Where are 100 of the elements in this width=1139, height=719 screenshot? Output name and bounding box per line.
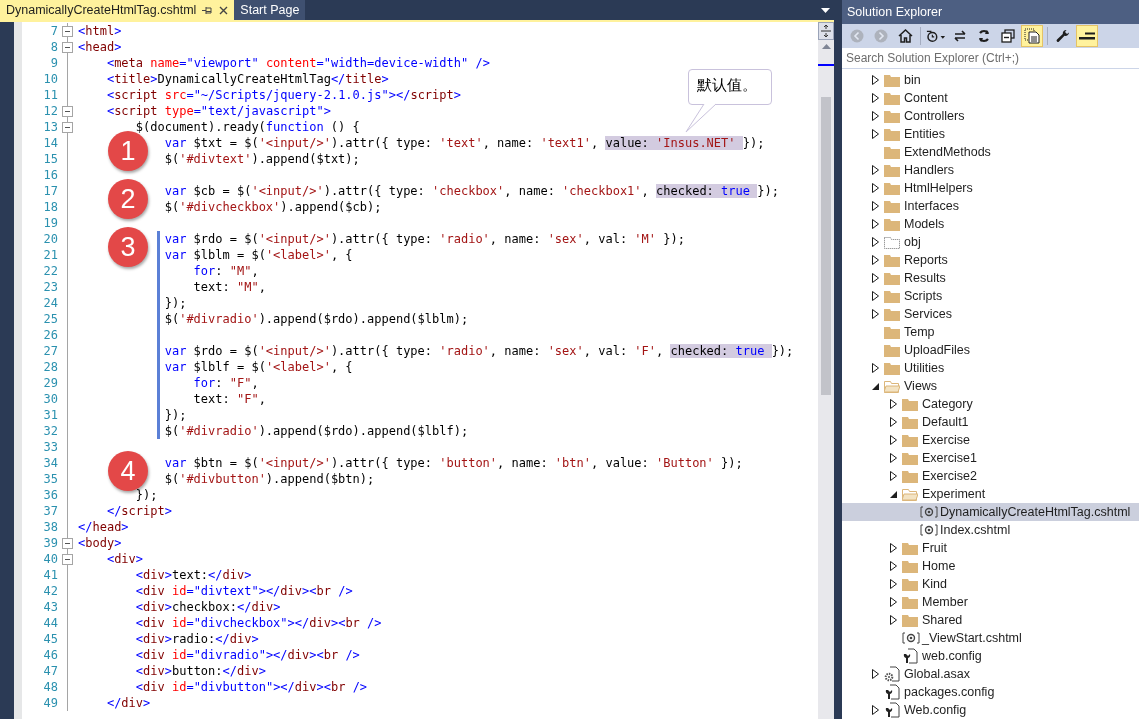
collapsed-arrow-icon[interactable] [871,219,879,229]
tree-item[interactable]: Controllers [842,107,1139,125]
collapsed-arrow-icon[interactable] [871,363,879,373]
razor-file-icon [920,524,938,536]
collapsed-arrow-icon[interactable] [889,615,897,625]
code-line: <meta name="viewport" content="width=device-width" /> [106,55,490,71]
collapsed-arrow-icon[interactable] [871,111,879,121]
collapsed-arrow-icon[interactable] [889,543,897,553]
tree-item[interactable]: packages.config [842,683,1139,701]
tree-item[interactable]: Exercise2 [842,467,1139,485]
home-icon [897,28,913,43]
tree-item[interactable]: _ViewStart.cshtml [842,629,1139,647]
toolbar-button[interactable] [1076,24,1098,47]
tree-item[interactable]: Views [842,377,1139,395]
tree-item[interactable]: ExtendMethods [842,143,1139,161]
code-line: var $lblm = $('<label>', { [164,247,353,263]
collapsed-arrow-icon[interactable] [889,597,897,607]
collapsed-arrow-icon[interactable] [871,237,879,247]
tree-item[interactable]: HtmlHelpers [842,179,1139,197]
collapse-toggle-icon[interactable] [62,26,73,37]
tree-item[interactable]: Utilities [842,359,1139,377]
collapsed-arrow-icon[interactable] [871,75,879,85]
close-icon[interactable] [219,5,229,15]
code-line: <div id="divradio"></div><br /> [135,647,360,663]
collapsed-arrow-icon[interactable] [889,579,897,589]
collapsed-arrow-icon[interactable] [871,291,879,301]
document-tab[interactable]: DynamicallyCreateHtmlTag.cshtml [0,0,235,20]
tree-item[interactable]: Experiment [842,485,1139,503]
document-tab[interactable]: Start Page [234,0,306,20]
tree-item[interactable]: Temp [842,323,1139,341]
tree-item[interactable]: Results [842,269,1139,287]
dropdown-icon[interactable] [821,7,830,13]
collapsed-arrow-icon[interactable] [871,183,879,193]
code-line: for: "F", [193,375,259,391]
code-line: <head> [78,39,122,55]
tree-item[interactable]: Models [842,215,1139,233]
tree-item[interactable]: Shared [842,611,1139,629]
tree-item[interactable]: Handlers [842,161,1139,179]
tree-item[interactable]: Services [842,305,1139,323]
collapsed-arrow-icon[interactable] [889,435,897,445]
collapse-toggle-icon[interactable] [62,122,73,133]
folder-icon [884,163,900,177]
code-line: <div> [106,551,144,567]
collapsed-arrow-icon[interactable] [871,165,879,175]
tree-item[interactable]: Exercise1 [842,449,1139,467]
folder-icon [902,559,918,573]
line-number: 18 [42,199,58,215]
tree-item[interactable]: Reports [842,251,1139,269]
split-icon[interactable] [821,25,831,37]
collapse-toggle-icon[interactable] [62,554,73,565]
expanded-arrow-icon[interactable] [889,490,897,498]
expanded-arrow-icon[interactable] [871,382,879,390]
scroll-up-icon[interactable] [821,44,831,49]
tree-item[interactable]: Global.asax [842,665,1139,683]
tree-item[interactable]: obj [842,233,1139,251]
collapsed-arrow-icon[interactable] [889,453,897,463]
tree-item[interactable]: DynamicallyCreateHtmlTag.cshtml [842,503,1139,521]
tree-item[interactable]: Home [842,557,1139,575]
tree-item[interactable]: Content [842,89,1139,107]
collapsed-arrow-icon[interactable] [889,561,897,571]
tree-item[interactable]: Kind [842,575,1139,593]
collapsed-arrow-icon[interactable] [871,129,879,139]
pin-icon[interactable] [202,5,214,15]
collapse-toggle-icon[interactable] [62,42,73,53]
collapsed-arrow-icon[interactable] [871,93,879,103]
collapsed-arrow-icon[interactable] [889,471,897,481]
collapsed-arrow-icon[interactable] [889,417,897,427]
folder-icon [902,469,918,483]
tree-item[interactable]: Exercise [842,431,1139,449]
folder-icon [884,271,900,285]
tree-item[interactable]: UploadFiles [842,341,1139,359]
tree-item[interactable]: Interfaces [842,197,1139,215]
collapsed-arrow-icon[interactable] [871,705,879,715]
collapse-toggle-icon[interactable] [62,538,73,549]
line-number: 15 [42,151,58,167]
line-number: 22 [42,263,58,279]
collapse-toggle-icon[interactable] [62,106,73,117]
line-number: 19 [42,215,58,231]
tree-item[interactable]: web.config [842,647,1139,665]
tree-item[interactable]: Default1 [842,413,1139,431]
collapsed-arrow-icon[interactable] [871,273,879,283]
folder-icon [902,415,918,429]
line-number: 26 [42,327,58,343]
folder-icon [884,217,900,231]
collapsed-arrow-icon[interactable] [871,669,879,679]
tree-item[interactable]: Entities [842,125,1139,143]
tree-item[interactable]: bin [842,71,1139,89]
tree-item[interactable]: Category [842,395,1139,413]
collapsed-arrow-icon[interactable] [889,399,897,409]
tree-item[interactable]: Index.cshtml [842,521,1139,539]
tree-item[interactable]: Member [842,593,1139,611]
scroll-bar[interactable] [818,22,834,719]
tree-item[interactable]: Fruit [842,539,1139,557]
collapsed-arrow-icon[interactable] [871,201,879,211]
collapsed-arrow-icon[interactable] [871,309,879,319]
tree-item[interactable]: Scripts [842,287,1139,305]
tree-item[interactable]: Web.config [842,701,1139,719]
line-number: 31 [42,407,58,423]
line-number: 39 [42,535,58,551]
collapsed-arrow-icon[interactable] [871,255,879,265]
